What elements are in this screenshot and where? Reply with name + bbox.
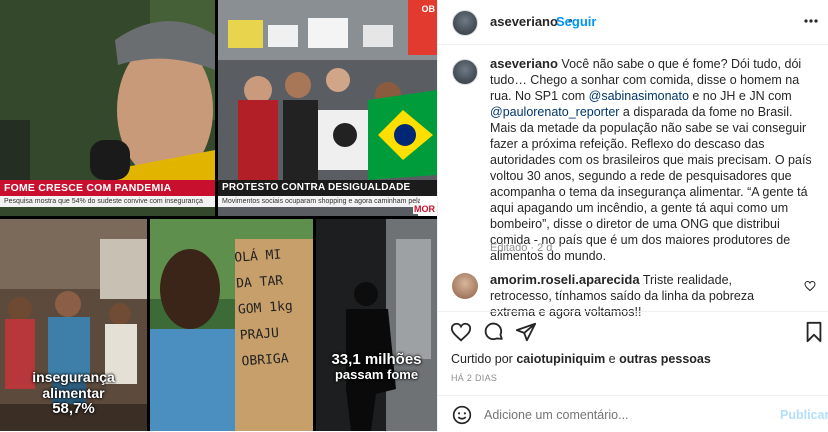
overlay-caption-value: 33,1 milhões bbox=[331, 351, 422, 368]
edited-separator: · bbox=[530, 242, 535, 254]
overlay-caption-value: 58,7% bbox=[52, 400, 95, 417]
avatar[interactable] bbox=[452, 273, 478, 299]
header-username[interactable]: aseveriano bbox=[490, 14, 558, 29]
post-timestamp[interactable]: HÁ 2 DIAS bbox=[451, 373, 497, 383]
caption-username[interactable]: aseveriano bbox=[490, 56, 558, 71]
sign-fragment: MOR bbox=[413, 204, 436, 214]
likes-summary: Curtido por caiotupiniquim e outras pess… bbox=[451, 352, 711, 366]
caption-text-part: a disparada da fome no Brasil. Mais da m… bbox=[490, 105, 812, 263]
comment-username[interactable]: amorim.roseli.aparecida bbox=[490, 272, 640, 287]
likes-others-link[interactable]: outras pessoas bbox=[619, 352, 711, 366]
comment-input[interactable] bbox=[482, 405, 766, 425]
caption-text: aseveriano Você não sabe o que é fome? D… bbox=[490, 56, 814, 264]
post-media[interactable]: FOME CRESCE COM PANDEMIA Pesquisa mostra… bbox=[0, 0, 437, 431]
news-banner: PROTESTO CONTRA DESIGUALDADE bbox=[218, 180, 437, 196]
overlay-caption: 33,1 milhões passam fome bbox=[316, 352, 437, 382]
more-horizontal-icon[interactable] bbox=[804, 14, 818, 33]
news-subtitle: Pesquisa mostra que 54% do sudeste convi… bbox=[0, 196, 215, 207]
overlay-caption-line2: passam fome bbox=[334, 367, 419, 382]
media-tile-cartaz: OLÁ MI DA TAR GOM 1kg PRAJU OBRIGA bbox=[150, 219, 313, 431]
media-tile-inseguranca: insegurança alimentar 58,7% bbox=[0, 219, 147, 431]
media-tile-fome: FOME CRESCE COM PANDEMIA Pesquisa mostra… bbox=[0, 0, 215, 216]
emoji-icon[interactable] bbox=[452, 405, 472, 430]
likes-middle: e bbox=[605, 352, 620, 366]
sign-text-top: OB bbox=[421, 4, 436, 14]
media-tile-protesto: OB PROTESTO CONTRA DESIGUALDADE Moviment… bbox=[218, 0, 437, 216]
news-subtitle: Movimentos sociais ocuparam shopping e a… bbox=[218, 196, 420, 207]
publish-button[interactable]: Publicar bbox=[780, 408, 828, 422]
comment-icon[interactable] bbox=[483, 321, 505, 348]
edited-info: Editado · 2 d bbox=[490, 242, 552, 254]
sign-line: OBRIGA bbox=[241, 351, 290, 370]
caption-text-part: e no JH e JN com bbox=[688, 89, 792, 103]
mention-link[interactable]: @paulorenato_reporter bbox=[490, 105, 619, 119]
post-header: aseveriano • Seguir bbox=[438, 0, 828, 45]
post-actions bbox=[438, 311, 828, 352]
media-tile-fome-silhueta: 33,1 milhões passam fome bbox=[316, 219, 437, 431]
silhouette-photo bbox=[316, 219, 437, 431]
cardboard-sign: OLÁ MI DA TAR GOM 1kg PRAJU OBRIGA bbox=[234, 241, 313, 376]
news-banner: FOME CRESCE COM PANDEMIA bbox=[0, 180, 215, 196]
avatar[interactable] bbox=[452, 59, 478, 85]
bookmark-icon[interactable] bbox=[804, 321, 824, 348]
post-side-panel: aseveriano • Seguir aseveriano Você não … bbox=[437, 0, 828, 431]
heart-icon[interactable] bbox=[450, 321, 472, 348]
comment-like-icon[interactable] bbox=[804, 279, 816, 297]
comment-item: amorim.roseli.aparecida Triste realidade… bbox=[438, 269, 828, 319]
overlay-caption-line1: insegurança alimentar bbox=[32, 369, 115, 401]
share-icon[interactable] bbox=[515, 321, 537, 348]
edited-label: Editado bbox=[490, 242, 528, 254]
follow-button[interactable]: Seguir bbox=[556, 14, 596, 29]
overlay-caption: insegurança alimentar 58,7% bbox=[0, 369, 147, 417]
avatar[interactable] bbox=[452, 10, 478, 36]
edited-time[interactable]: 2 d bbox=[537, 242, 552, 254]
add-comment-bar: Publicar bbox=[438, 395, 828, 432]
likes-user-link[interactable]: caiotupiniquim bbox=[516, 352, 605, 366]
mention-link[interactable]: @sabinasimonato bbox=[589, 89, 689, 103]
likes-prefix: Curtido por bbox=[451, 352, 517, 366]
post-caption: aseveriano Você não sabe o que é fome? D… bbox=[438, 45, 828, 267]
